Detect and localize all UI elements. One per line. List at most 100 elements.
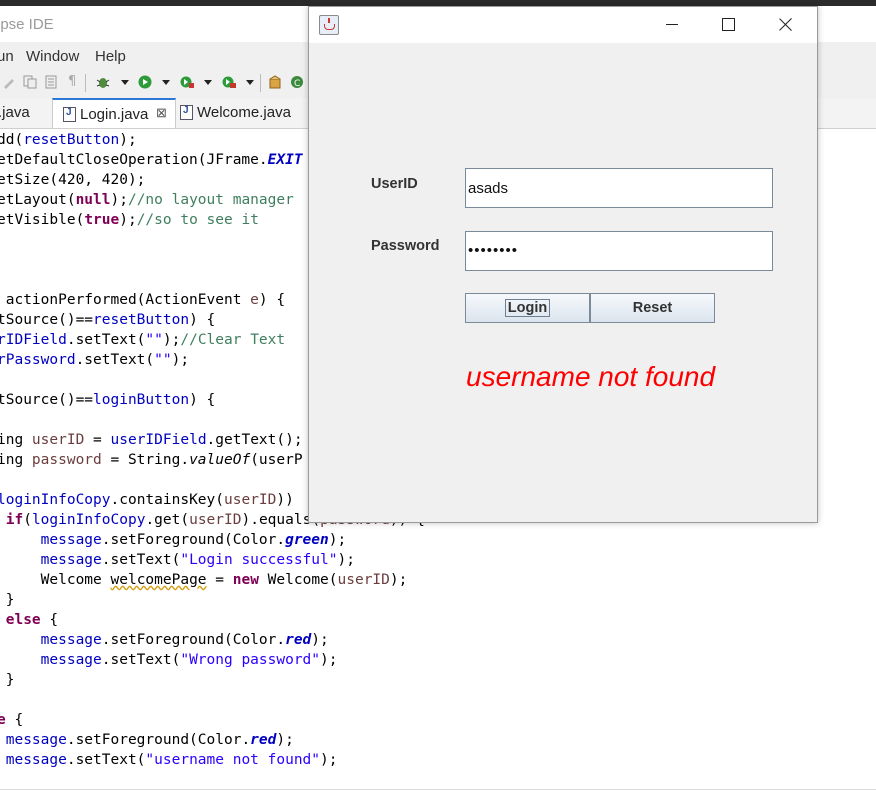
- new-class-icon[interactable]: C: [290, 75, 304, 89]
- code-token: if: [5, 512, 24, 528]
- chevron-down-icon[interactable]: [121, 80, 129, 85]
- code-token: resetButton: [93, 312, 190, 328]
- code-line: etSize(420, 420);: [0, 170, 145, 190]
- code-token: welcomePage: [110, 572, 207, 588]
- code-token: //Clear Text: [180, 332, 286, 348]
- chevron-down-icon[interactable]: [246, 80, 254, 85]
- code-token: dd(: [0, 132, 24, 148]
- code-token: {: [40, 612, 59, 628]
- menu-window[interactable]: Window: [26, 48, 79, 65]
- code-token: EXIT: [267, 152, 303, 168]
- code-token: green: [285, 532, 329, 548]
- minimize-icon: [666, 24, 678, 25]
- login-button[interactable]: Login: [465, 293, 590, 323]
- userid-field[interactable]: [465, 168, 773, 208]
- code-line: else {: [0, 610, 58, 630]
- compare-icon[interactable]: [23, 75, 37, 89]
- code-token: .containsKey(: [110, 492, 225, 508]
- document-icon[interactable]: [44, 75, 58, 89]
- code-token: ) {: [189, 312, 216, 328]
- code-token: .getText();: [206, 432, 303, 448]
- pilcrow-icon[interactable]: ¶: [68, 74, 76, 89]
- menu-run[interactable]: un: [0, 48, 14, 65]
- code-token: password: [31, 452, 102, 468]
- coverage-icon[interactable]: [180, 75, 194, 89]
- code-token: //no layout manager: [127, 192, 294, 208]
- code-token: );: [328, 532, 347, 548]
- login-button-label: Login: [504, 299, 551, 317]
- tab-login-java[interactable]: Login.java ⊠: [52, 98, 176, 128]
- edit-icon[interactable]: [2, 75, 16, 89]
- minimize-button[interactable]: [645, 7, 701, 43]
- code-token: new: [232, 572, 259, 588]
- code-token: userID: [189, 512, 242, 528]
- code-token: Welcome: [0, 572, 111, 588]
- code-token: tSource()==: [0, 392, 94, 408]
- code-token: message: [5, 752, 67, 768]
- code-token: }: [5, 672, 15, 688]
- code-line: loginInfoCopy.containsKey(userID)): [0, 490, 294, 510]
- java-file-icon: [180, 105, 193, 120]
- toolbar-separator: [85, 74, 86, 92]
- code-token: etSize(420, 420);: [0, 172, 146, 188]
- tab-label: Login.java: [80, 106, 149, 123]
- code-token: );: [320, 652, 338, 668]
- code-token: ing: [0, 432, 32, 448]
- code-line: message.setText("username not found");: [0, 750, 338, 770]
- tab-label: Welcome.java: [197, 104, 291, 121]
- code-token: )): [276, 492, 294, 508]
- code-token: );: [337, 552, 355, 568]
- code-token: message: [40, 532, 102, 548]
- external-tools-icon[interactable]: [222, 75, 236, 89]
- toolbar-separator: [260, 74, 261, 92]
- code-token: "username not found": [145, 752, 321, 768]
- run-icon[interactable]: [138, 75, 152, 89]
- code-token: .setForeground(Color.: [66, 732, 251, 748]
- code-line: etLayout(null);//no layout manager: [0, 190, 294, 210]
- code-line: dd(resetButton);: [0, 130, 137, 150]
- code-line: message.setText("Wrong password");: [0, 650, 338, 670]
- code-token: ing: [0, 452, 32, 468]
- code-token: "Wrong password": [180, 652, 321, 668]
- password-field[interactable]: ••••••••: [465, 231, 773, 271]
- code-line: }: [0, 670, 15, 690]
- code-token: loginInfoCopy: [31, 512, 146, 528]
- code-token: else: [5, 612, 41, 628]
- code-token: etLayout(: [0, 192, 76, 208]
- menu-help[interactable]: Help: [95, 48, 126, 65]
- code-token: message: [40, 552, 102, 568]
- reset-button[interactable]: Reset: [590, 293, 715, 323]
- code-line: rIDField.setText("");//Clear Text: [0, 330, 285, 350]
- code-line: e {: [0, 710, 23, 730]
- code-token: }: [5, 592, 15, 608]
- code-token: Welcome(: [258, 572, 338, 588]
- tab-welcome-java[interactable]: Welcome.java: [176, 98, 301, 127]
- code-token: =: [84, 432, 111, 448]
- java-file-icon: [63, 107, 76, 122]
- code-token: etDefaultCloseOperation(JFrame.: [0, 152, 268, 168]
- tab-java[interactable]: .java: [0, 98, 48, 127]
- chevron-down-icon[interactable]: [162, 80, 170, 85]
- code-token: red: [285, 632, 312, 648]
- code-token: .setText(: [101, 652, 181, 668]
- code-token: ) {: [189, 392, 216, 408]
- code-token: );: [311, 632, 329, 648]
- code-token: "": [145, 332, 163, 348]
- code-token: ) {: [258, 292, 286, 308]
- new-package-icon[interactable]: [268, 75, 282, 89]
- close-tab-icon[interactable]: ⊠: [156, 105, 167, 121]
- code-token: resetButton: [23, 132, 120, 148]
- login-window-titlebar[interactable]: [309, 7, 817, 43]
- code-token: loginButton: [93, 392, 190, 408]
- login-window: UserID Password •••••••• Login Reset use…: [308, 6, 818, 523]
- code-token: "Login successful": [180, 552, 338, 568]
- chevron-down-icon[interactable]: [204, 80, 212, 85]
- code-token: rPassword: [0, 352, 76, 368]
- close-icon: [777, 15, 795, 33]
- debug-icon[interactable]: [96, 75, 110, 89]
- code-token: userID: [31, 432, 85, 448]
- code-token: //so to see it: [136, 212, 259, 228]
